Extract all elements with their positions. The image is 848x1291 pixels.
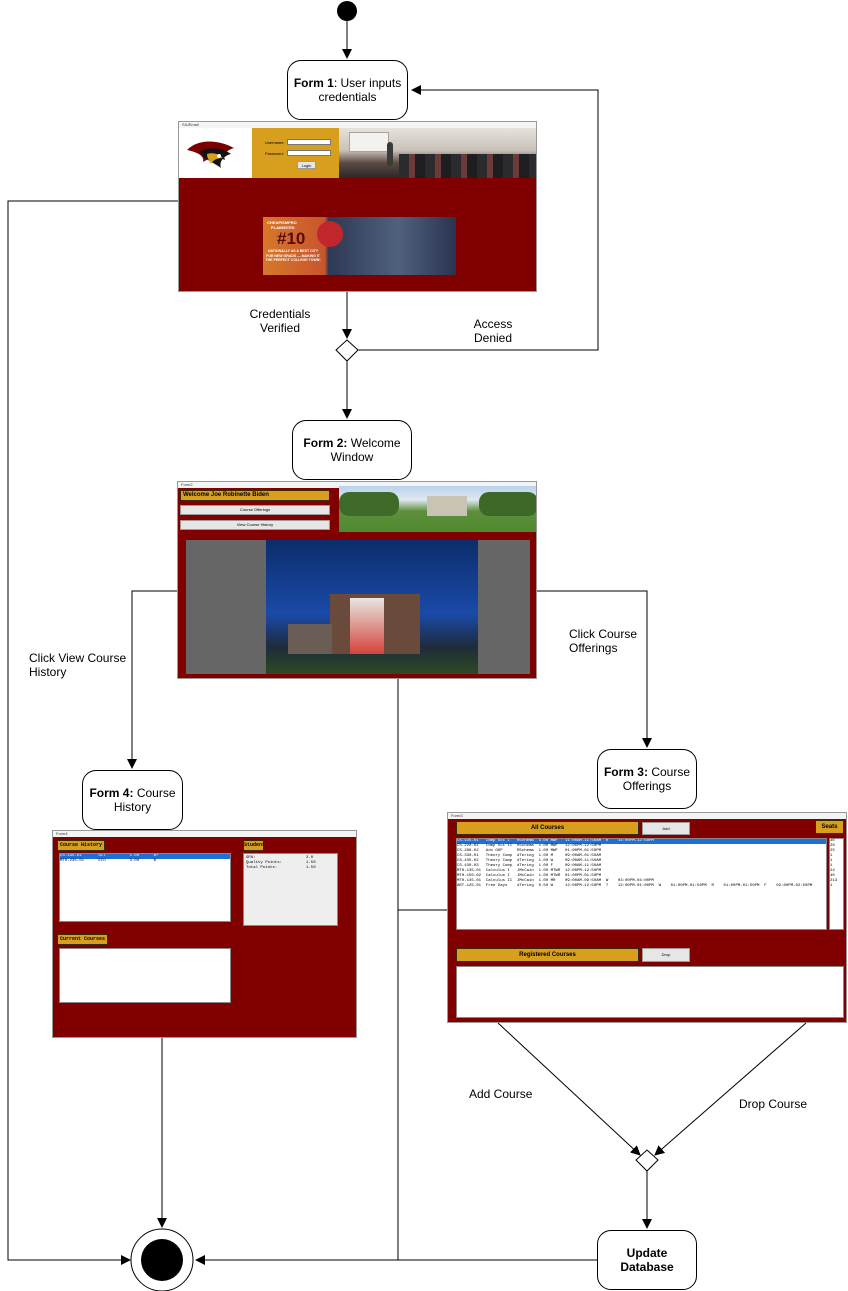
banner-text: NATIONALLY AS A BEST CITY FOR NEW GRADS … — [265, 249, 321, 262]
login-button[interactable]: Login — [297, 161, 316, 169]
start-node — [337, 1, 357, 21]
whiteboard — [349, 132, 389, 152]
course-offerings-button[interactable]: Course Offerings — [180, 505, 330, 515]
login-window: SIUEmail Username: Password: Login CHEAP… — [178, 121, 537, 292]
welcome-window: Form2 Welcome Joe Robinette Biden Course… — [177, 481, 537, 679]
offerings-titlebar: Form3 — [448, 813, 846, 819]
view-course-history-button[interactable]: View Course History — [180, 520, 330, 530]
form2-node: Form 2: Welcome Window — [292, 420, 412, 480]
campus-building — [427, 496, 467, 516]
stats-gpa-value: 2.0 — [306, 856, 314, 860]
offerings-window: Form3 All Courses Add Seats CS-135-01 Co… — [447, 812, 847, 1023]
login-panel: Username: Password: Login — [252, 128, 339, 178]
username-field[interactable] — [287, 139, 331, 145]
tree-cluster-right — [479, 492, 536, 516]
end-node-inner — [141, 1239, 183, 1281]
cougar-logo-icon — [187, 141, 234, 168]
form1-node-bold: Form 1 — [293, 76, 334, 90]
student-stats-panel: GPA: 2.0 Quality Points: 1.50 Total Points… — [243, 853, 338, 926]
classroom-photo — [339, 128, 536, 178]
decision-credentials — [335, 339, 359, 362]
stats-total: Total Points: 1.50 — [246, 866, 335, 871]
label-credentials-verified: Credentials Verified — [249, 307, 311, 335]
logo-panel — [179, 128, 252, 178]
welcome-heading: Welcome Joe Robinette Biden — [180, 490, 330, 501]
label-access-denied: Access Denied — [473, 317, 513, 345]
banner-badge — [317, 221, 343, 247]
form4-node: Form 4: Course History — [82, 770, 183, 830]
form3-node-bold: Form 3: — [603, 765, 648, 779]
lit-atrium — [350, 598, 384, 654]
campus-lawn-photo — [339, 486, 536, 532]
all-courses-label: All Courses — [456, 821, 639, 835]
form2-node-bold: Form 2: — [303, 436, 348, 450]
stats-total-label: Total Points: — [246, 866, 278, 870]
arrow-welcome-to-form3 — [537, 590, 652, 748]
registered-courses-label: Registered Courses — [456, 948, 639, 962]
history-row-2[interactable]: MTH-235-01 ECO 3.00 B — [60, 859, 230, 864]
night-building-photo — [266, 540, 478, 674]
history-window: Form4 Course History Student CS-135-01 S… — [52, 830, 357, 1038]
student-label: Student — [243, 840, 265, 851]
arrow-drop-course — [654, 1022, 807, 1156]
label-click-view-history: Click View Course History — [29, 651, 127, 679]
tree-cluster-left — [339, 492, 399, 516]
password-field[interactable] — [287, 150, 331, 156]
seats-value: 1 — [830, 884, 833, 888]
current-courses-label: Current Courses — [57, 934, 108, 945]
registered-courses-list[interactable] — [456, 966, 844, 1018]
banner-rank: #10 — [277, 229, 306, 248]
current-courses-list[interactable] — [59, 948, 231, 1003]
city-banner: CHEAPISMPRO PLAINSITES #10 NATIONALLY AS… — [263, 217, 456, 275]
course-row[interactable]: ART-125-01 Free Days dTering 0.50 W 12:0… — [457, 884, 826, 889]
add-button[interactable]: Add — [642, 822, 690, 835]
stats-quality-value: 1.50 — [306, 861, 316, 865]
update-database-label: Update Database — [620, 1246, 674, 1274]
password-label: Password: — [265, 151, 284, 156]
username-label: Username: — [265, 140, 285, 145]
label-drop-course: Drop Course — [739, 1097, 808, 1111]
label-add-course: Add Course — [469, 1087, 533, 1101]
decision-update — [635, 1149, 659, 1172]
history-titlebar: Form4 — [53, 831, 356, 837]
all-courses-list[interactable]: CS-135-01 Comp Sci I R5chema 3.00 MWF 11… — [456, 838, 827, 930]
drop-button[interactable]: Drop — [642, 948, 690, 962]
arrow-login-to-end — [7, 200, 178, 1265]
side-wing — [288, 624, 332, 654]
update-database-node: Update Database — [597, 1230, 697, 1290]
label-click-offerings: Click Course Offerings — [569, 627, 638, 655]
course-history-label: Course History — [57, 840, 105, 851]
form1-node: Form 1: User inputs credentials — [287, 60, 408, 120]
form4-node-bold: Form 4: — [89, 786, 134, 800]
arrow-welcome-to-form4 — [127, 590, 178, 769]
form3-node: Form 3: Course Offerings — [597, 749, 697, 809]
instructor-figure — [387, 142, 393, 166]
photo-frame — [186, 540, 530, 674]
seats-list: 30 20 25 1 1 1 24 40 213 1 — [829, 838, 844, 930]
course-history-list[interactable]: CS-135-01 SCT 1.00 B+ MTH-235-01 ECO 3.0… — [59, 853, 231, 922]
stats-total-value: 1.50 — [306, 866, 316, 870]
students-row — [399, 154, 536, 178]
seats-label: Seats — [815, 820, 844, 834]
